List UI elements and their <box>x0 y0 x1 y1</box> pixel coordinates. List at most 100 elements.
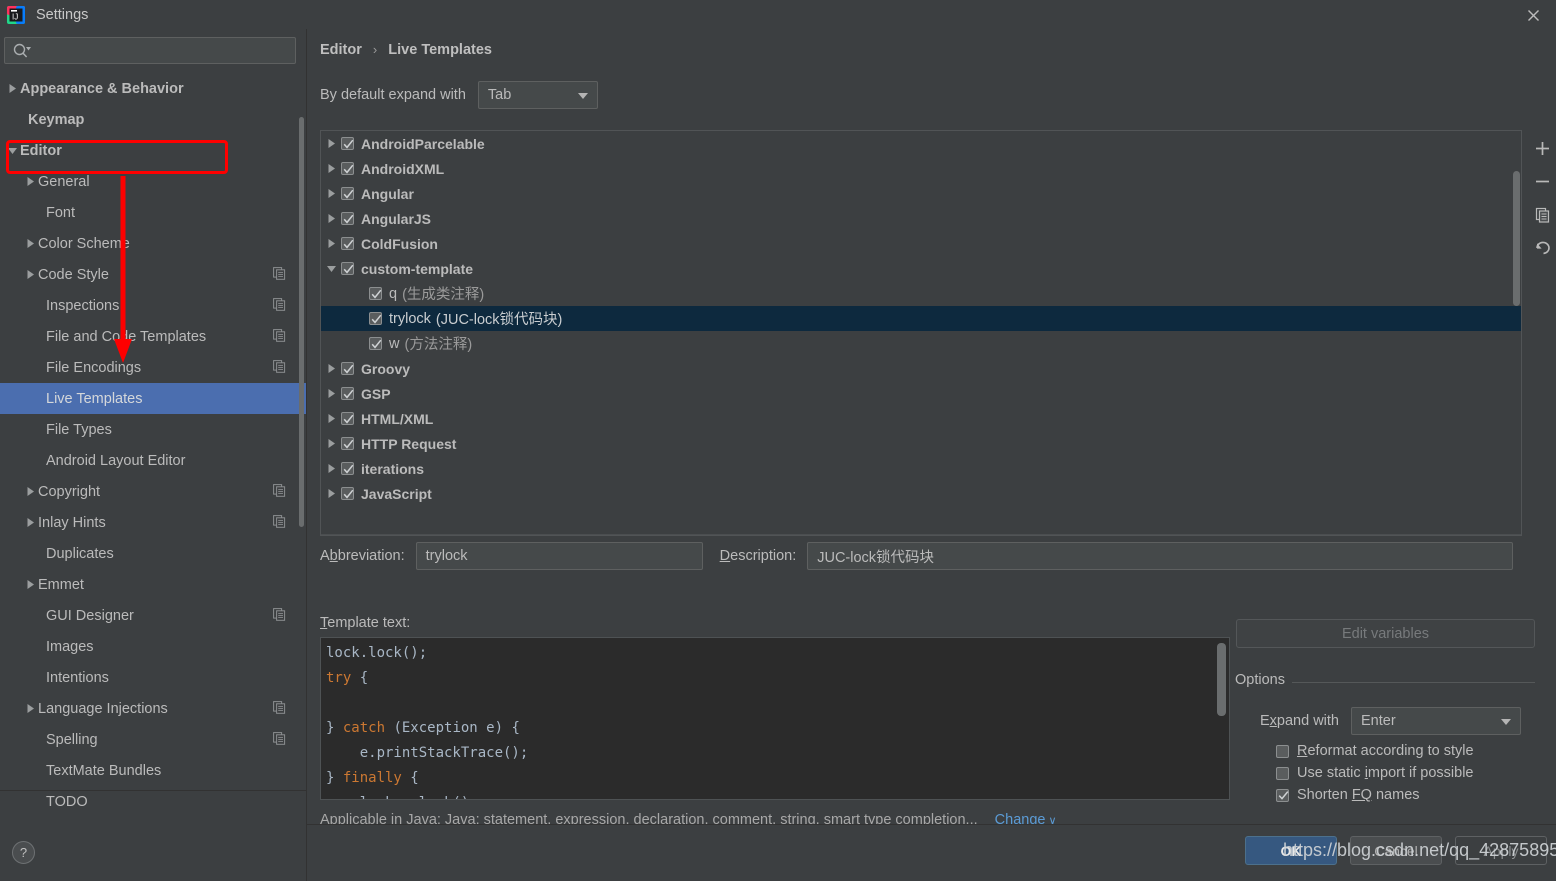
sidebar-item-file-encodings[interactable]: File Encodings <box>0 352 306 383</box>
template-tree-row[interactable]: AngularJS <box>321 206 1521 231</box>
sidebar-item-textmate-bundles[interactable]: TextMate Bundles <box>0 755 306 786</box>
template-checkbox[interactable] <box>341 262 354 275</box>
duplicate-icon[interactable] <box>1529 198 1556 231</box>
chevron-right-icon[interactable] <box>321 438 341 449</box>
template-checkbox[interactable] <box>341 212 354 225</box>
sidebar-item-font[interactable]: Font <box>0 197 306 228</box>
sidebar-item-file-and-code-templates[interactable]: File and Code Templates <box>0 321 306 352</box>
editor-scrollbar[interactable] <box>1217 643 1226 716</box>
chevron-right-icon[interactable] <box>321 188 341 199</box>
chevron-right-icon[interactable] <box>321 363 341 374</box>
chevron-right-icon[interactable] <box>22 579 38 590</box>
sidebar-item-intentions[interactable]: Intentions <box>0 662 306 693</box>
template-tree-row[interactable]: iterations <box>321 456 1521 481</box>
search-input[interactable] <box>4 37 296 64</box>
copy-settings-icon[interactable] <box>273 267 286 283</box>
template-tree-row[interactable]: JavaScript <box>321 481 1521 506</box>
template-tree-row[interactable]: GSP <box>321 381 1521 406</box>
sidebar-item-keymap[interactable]: Keymap <box>0 104 306 135</box>
sidebar-item-general[interactable]: General <box>0 166 306 197</box>
sidebar-item-inspections[interactable]: Inspections <box>0 290 306 321</box>
default-expand-dropdown[interactable]: Tab <box>478 81 598 109</box>
template-checkbox[interactable] <box>341 487 354 500</box>
copy-settings-icon[interactable] <box>273 701 286 717</box>
chevron-right-icon[interactable] <box>321 238 341 249</box>
template-tree-row[interactable]: Angular <box>321 181 1521 206</box>
minus-icon[interactable] <box>1529 165 1556 198</box>
template-tree-row[interactable]: q(生成类注释) <box>321 281 1521 306</box>
template-checkbox[interactable] <box>341 162 354 175</box>
plus-icon[interactable] <box>1529 132 1556 165</box>
template-tree-row[interactable]: HTTP Request <box>321 431 1521 456</box>
chevron-right-icon[interactable] <box>22 703 38 714</box>
sidebar-item-code-style[interactable]: Code Style <box>0 259 306 290</box>
expand-with-dropdown[interactable]: Enter <box>1351 707 1521 735</box>
sidebar-item-file-types[interactable]: File Types <box>0 414 306 445</box>
template-checkbox[interactable] <box>341 237 354 250</box>
chevron-right-icon[interactable] <box>22 176 38 187</box>
chevron-down-icon[interactable] <box>4 145 20 156</box>
template-checkbox[interactable] <box>341 362 354 375</box>
description-input[interactable]: JUC-lock锁代码块 <box>807 542 1513 570</box>
help-button[interactable]: ? <box>12 841 35 864</box>
sidebar-item-spelling[interactable]: Spelling <box>0 724 306 755</box>
chevron-right-icon[interactable] <box>22 517 38 528</box>
chevron-right-icon[interactable] <box>321 163 341 174</box>
template-tree-row[interactable]: ColdFusion <box>321 231 1521 256</box>
checkbox-reformat-according-to-style[interactable]: Reformat according to style <box>1276 743 1474 759</box>
copy-settings-icon[interactable] <box>273 298 286 314</box>
copy-settings-icon[interactable] <box>273 329 286 345</box>
chevron-right-icon[interactable] <box>321 388 341 399</box>
chevron-down-icon[interactable] <box>321 263 341 274</box>
sidebar-item-android-layout-editor[interactable]: Android Layout Editor <box>0 445 306 476</box>
sidebar-item-images[interactable]: Images <box>0 631 306 662</box>
checkbox-shorten-fq-names[interactable]: Shorten FQ names <box>1276 787 1420 803</box>
template-text-editor[interactable]: lock.lock();try { } catch (Exception e) … <box>320 637 1230 800</box>
breadcrumb-parent[interactable]: Editor <box>320 42 362 58</box>
template-tree-row[interactable]: AndroidXML <box>321 156 1521 181</box>
sidebar-item-live-templates[interactable]: Live Templates <box>0 383 306 414</box>
copy-settings-icon[interactable] <box>273 484 286 500</box>
revert-icon[interactable] <box>1529 231 1556 264</box>
template-tree-row[interactable]: AndroidParcelable <box>321 131 1521 156</box>
template-tree-row[interactable]: trylock(JUC-lock锁代码块) <box>321 306 1521 331</box>
chevron-right-icon[interactable] <box>321 413 341 424</box>
sidebar-item-appearance-behavior[interactable]: Appearance & Behavior <box>0 73 306 104</box>
sidebar-item-duplicates[interactable]: Duplicates <box>0 538 306 569</box>
apply-button[interactable]: Apply <box>1455 836 1547 865</box>
sidebar-item-editor[interactable]: Editor <box>0 135 306 166</box>
checkbox-use-static-import[interactable]: Use static import if possible <box>1276 765 1474 781</box>
chevron-right-icon[interactable] <box>321 463 341 474</box>
ok-button[interactable]: OK <box>1245 836 1337 865</box>
copy-settings-icon[interactable] <box>273 732 286 748</box>
copy-settings-icon[interactable] <box>273 515 286 531</box>
template-checkbox[interactable] <box>341 137 354 150</box>
sidebar-scrollbar[interactable] <box>299 117 304 527</box>
template-checkbox[interactable] <box>341 387 354 400</box>
template-checkbox[interactable] <box>341 412 354 425</box>
sidebar-item-color-scheme[interactable]: Color Scheme <box>0 228 306 259</box>
chevron-right-icon[interactable] <box>321 138 341 149</box>
close-icon[interactable] <box>1518 4 1548 26</box>
chevron-right-icon[interactable] <box>22 486 38 497</box>
chevron-right-icon[interactable] <box>4 83 20 94</box>
template-checkbox[interactable] <box>369 337 382 350</box>
sidebar-item-emmet[interactable]: Emmet <box>0 569 306 600</box>
edit-variables-button[interactable]: Edit variables <box>1236 619 1535 648</box>
template-tree-row[interactable]: custom-template <box>321 256 1521 281</box>
template-checkbox[interactable] <box>341 437 354 450</box>
sidebar-item-language-injections[interactable]: Language Injections <box>0 693 306 724</box>
sidebar-item-copyright[interactable]: Copyright <box>0 476 306 507</box>
cancel-button[interactable]: Cancel <box>1350 836 1442 865</box>
chevron-right-icon[interactable] <box>321 488 341 499</box>
templates-scrollbar[interactable] <box>1513 171 1520 306</box>
sidebar-item-gui-designer[interactable]: GUI Designer <box>0 600 306 631</box>
sidebar-item-inlay-hints[interactable]: Inlay Hints <box>0 507 306 538</box>
copy-settings-icon[interactable] <box>273 608 286 624</box>
template-tree-row[interactable]: Groovy <box>321 356 1521 381</box>
chevron-right-icon[interactable] <box>22 238 38 249</box>
copy-settings-icon[interactable] <box>273 360 286 376</box>
live-templates-tree[interactable]: AndroidParcelableAndroidXMLAngularAngula… <box>320 130 1522 536</box>
chevron-right-icon[interactable] <box>321 213 341 224</box>
template-tree-row[interactable]: w(方法注释) <box>321 331 1521 356</box>
